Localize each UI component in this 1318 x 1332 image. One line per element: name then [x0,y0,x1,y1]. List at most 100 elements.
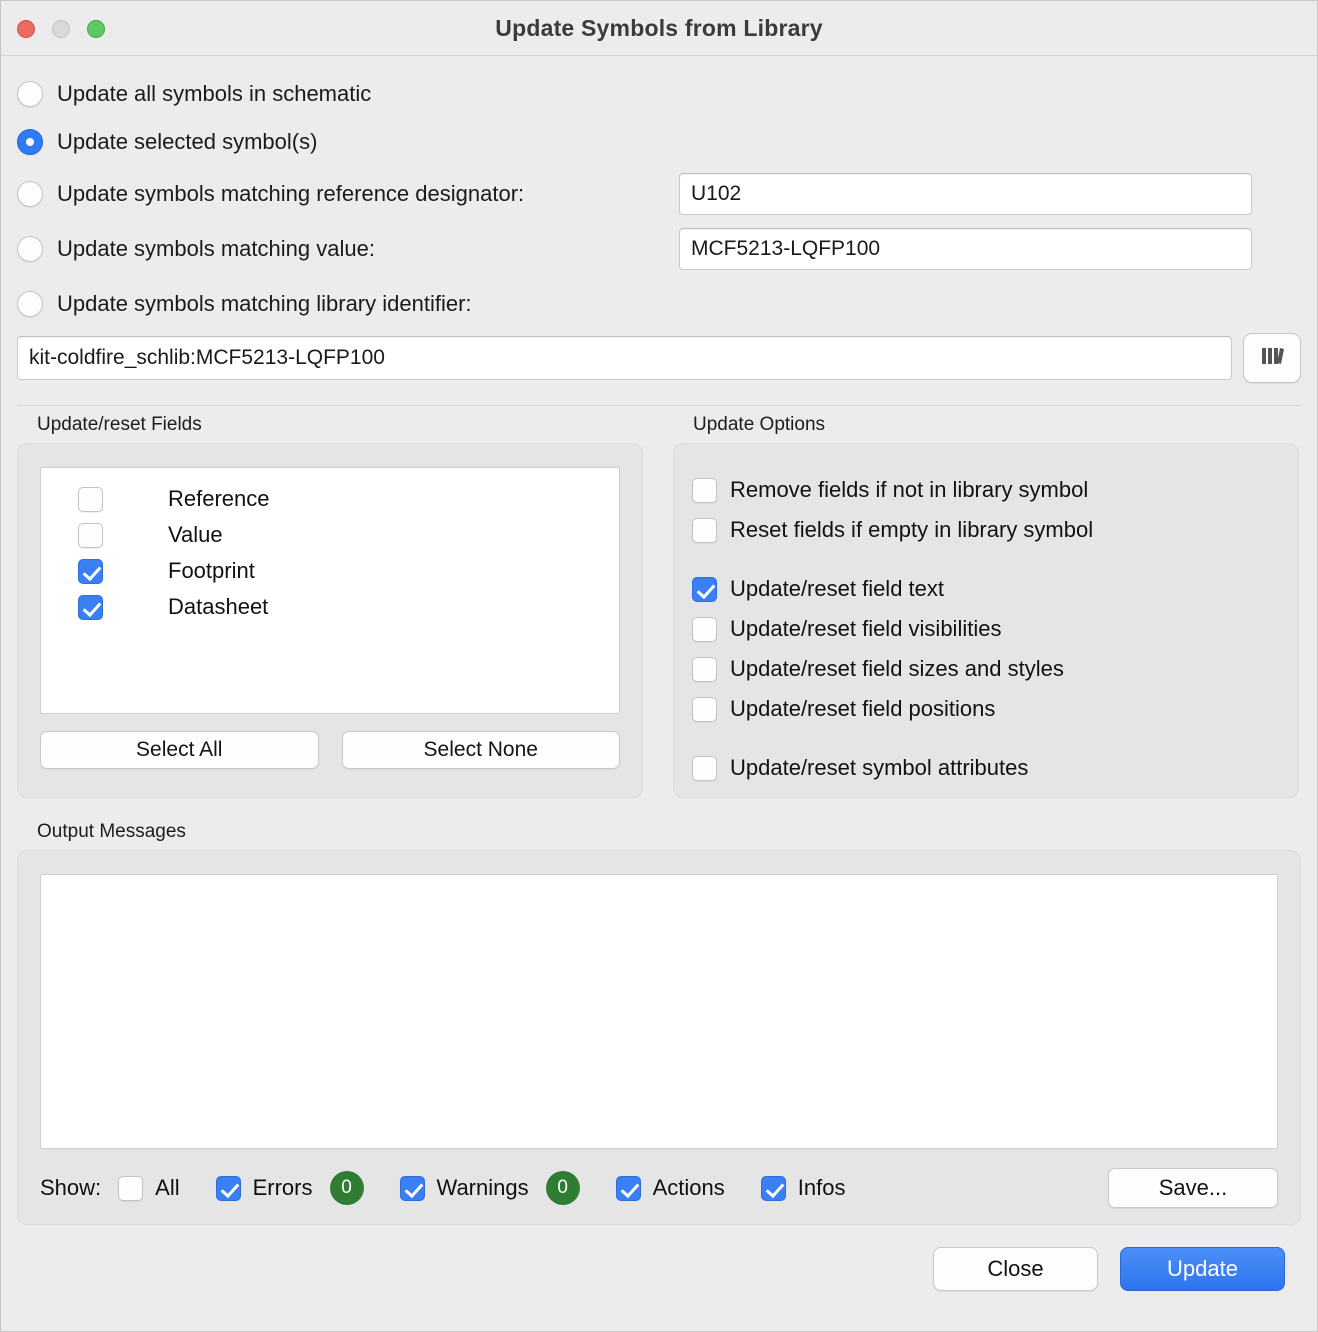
field-label-value: Value [168,522,223,548]
errors-count-badge: 0 [330,1171,364,1205]
option-label-reset-fields: Reset fields if empty in library symbol [730,517,1093,543]
radio-label-reference-designator: Update symbols matching reference design… [57,181,524,207]
option-label-field-sizes: Update/reset field sizes and styles [730,656,1064,682]
select-none-button[interactable]: Select None [342,731,621,769]
option-field-visibilities[interactable]: Update/reset field visibilities [692,609,1298,649]
filter-all[interactable]: All [118,1175,179,1201]
output-messages-panel: Show: All Errors 0 Warnings 0 [17,850,1301,1225]
checkbox-show-errors[interactable] [216,1176,241,1201]
close-window-icon[interactable] [17,20,35,38]
scope-radio-group: Update all symbols in schematic Update s… [17,70,1301,383]
filter-label-actions: Actions [653,1175,725,1201]
filter-infos[interactable]: Infos [761,1175,846,1201]
filter-warnings[interactable]: Warnings 0 [400,1171,580,1205]
option-label-field-positions: Update/reset field positions [730,696,995,722]
checkbox-show-infos[interactable] [761,1176,786,1201]
field-label-datasheet: Datasheet [168,594,268,620]
radio-label-value: Update symbols matching value: [57,236,375,262]
radio-reference-designator[interactable] [17,181,43,207]
radio-label-all-symbols: Update all symbols in schematic [57,81,371,107]
list-item[interactable]: Reference [41,481,619,517]
checkbox-value[interactable] [78,523,103,548]
radio-row-value[interactable]: Update symbols matching value: MCF5213-L… [17,221,1301,276]
checkbox-reference[interactable] [78,487,103,512]
option-label-symbol-attributes: Update/reset symbol attributes [730,755,1028,781]
radio-value[interactable] [17,236,43,262]
update-symbols-dialog: Update Symbols from Library Update all s… [0,0,1318,1332]
options-panel: Remove fields if not in library symbol R… [673,443,1299,798]
checkbox-remove-fields[interactable] [692,478,717,503]
option-label-field-text: Update/reset field text [730,576,944,602]
checkbox-field-text[interactable] [692,577,717,602]
title-bar: Update Symbols from Library [1,1,1317,56]
section-divider [17,405,1301,406]
filter-errors[interactable]: Errors 0 [216,1171,364,1205]
filter-label-all: All [155,1175,179,1201]
radio-row-library-identifier[interactable]: Update symbols matching library identifi… [17,276,1301,331]
radio-row-selected-symbols[interactable]: Update selected symbol(s) [17,118,1301,166]
option-symbol-attributes[interactable]: Update/reset symbol attributes [692,748,1298,788]
select-all-button[interactable]: Select All [40,731,319,769]
checkbox-show-actions[interactable] [616,1176,641,1201]
radio-selected-symbols[interactable] [17,129,43,155]
checkbox-field-positions[interactable] [692,697,717,722]
filter-actions[interactable]: Actions [616,1175,725,1201]
update-button[interactable]: Update [1120,1247,1285,1291]
option-reset-fields[interactable]: Reset fields if empty in library symbol [692,510,1298,550]
traffic-lights [17,20,105,38]
save-button[interactable]: Save... [1108,1168,1278,1208]
option-field-positions[interactable]: Update/reset field positions [692,689,1298,729]
options-group-title: Update Options [693,414,1299,436]
checkbox-field-sizes[interactable] [692,657,717,682]
list-item[interactable]: Footprint [41,553,619,589]
list-item[interactable]: Value [41,517,619,553]
options-spacer-2 [692,729,1298,748]
radio-label-selected-symbols: Update selected symbol(s) [57,129,317,155]
output-messages-title: Output Messages [37,821,1301,843]
output-filter-bar: Show: All Errors 0 Warnings 0 [40,1168,1278,1208]
output-messages-box[interactable] [40,874,1278,1149]
options-spacer [692,550,1298,569]
minimize-window-icon[interactable] [52,20,70,38]
filter-label-errors: Errors [253,1175,313,1201]
filter-label-infos: Infos [798,1175,846,1201]
show-label: Show: [40,1175,101,1201]
settings-groups: Update/reset Fields Reference Value [17,414,1301,798]
list-item[interactable]: Datasheet [41,589,619,625]
reference-designator-input[interactable]: U102 [679,173,1252,215]
radio-row-reference-designator[interactable]: Update symbols matching reference design… [17,166,1301,221]
checkbox-symbol-attributes[interactable] [692,756,717,781]
checkbox-reset-fields[interactable] [692,518,717,543]
radio-all-symbols[interactable] [17,81,43,107]
option-field-text[interactable]: Update/reset field text [692,569,1298,609]
option-field-sizes[interactable]: Update/reset field sizes and styles [692,649,1298,689]
value-input[interactable]: MCF5213-LQFP100 [679,228,1252,270]
option-remove-fields[interactable]: Remove fields if not in library symbol [692,470,1298,510]
fields-list[interactable]: Reference Value Footprint Datash [40,467,620,714]
dialog-title: Update Symbols from Library [1,15,1317,42]
radio-library-identifier[interactable] [17,291,43,317]
checkbox-datasheet[interactable] [78,595,103,620]
library-identifier-row: kit-coldfire_schlib:MCF5213-LQFP100 [17,333,1301,383]
filter-label-warnings: Warnings [437,1175,529,1201]
warnings-count-badge: 0 [546,1171,580,1205]
checkbox-field-visibilities[interactable] [692,617,717,642]
library-books-icon [1259,344,1285,373]
option-label-remove-fields: Remove fields if not in library symbol [730,477,1088,503]
browse-library-button[interactable] [1243,333,1301,383]
library-identifier-input[interactable]: kit-coldfire_schlib:MCF5213-LQFP100 [17,336,1232,380]
field-label-footprint: Footprint [168,558,255,584]
radio-row-all-symbols[interactable]: Update all symbols in schematic [17,70,1301,118]
maximize-window-icon[interactable] [87,20,105,38]
fields-panel: Reference Value Footprint Datash [17,443,643,798]
field-label-reference: Reference [168,486,270,512]
close-button[interactable]: Close [933,1247,1098,1291]
checkbox-show-all[interactable] [118,1176,143,1201]
update-options-group: Update Options Remove fields if not in l… [673,414,1299,798]
update-reset-fields-group: Update/reset Fields Reference Value [17,414,643,798]
fields-group-title: Update/reset Fields [37,414,643,436]
checkbox-show-warnings[interactable] [400,1176,425,1201]
dialog-footer: Close Update [17,1225,1301,1291]
option-label-field-visibilities: Update/reset field visibilities [730,616,1001,642]
checkbox-footprint[interactable] [78,559,103,584]
